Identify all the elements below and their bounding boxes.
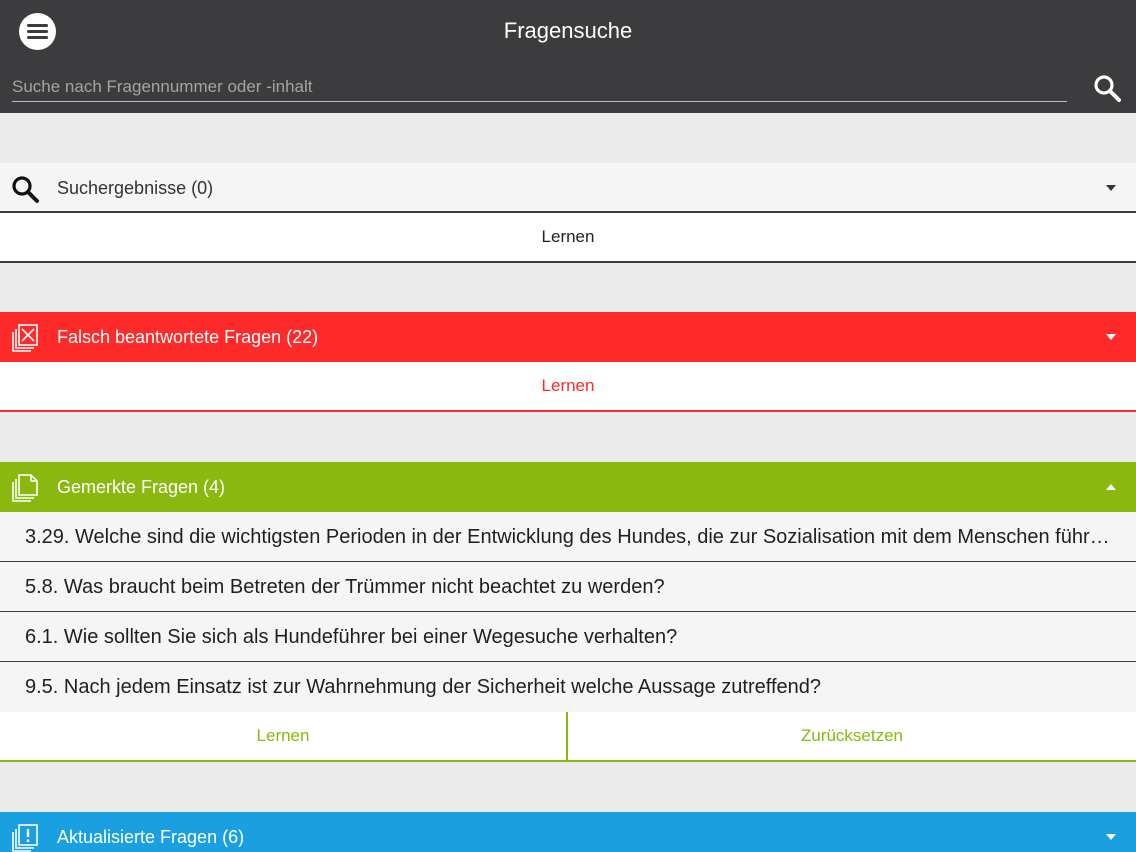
chevron-down-icon bbox=[1106, 834, 1116, 840]
search-input[interactable] bbox=[12, 73, 1067, 102]
search-icon[interactable] bbox=[1092, 73, 1122, 103]
chevron-down-icon bbox=[1106, 185, 1116, 191]
marked-questions-actions: Lernen Zurücksetzen bbox=[0, 712, 1136, 762]
list-item[interactable]: 6.1. Wie sollten Sie sich als Hundeführe… bbox=[0, 612, 1136, 662]
marked-questions-icon bbox=[10, 473, 40, 503]
question-text: 3.29. Welche sind die wichtigsten Period… bbox=[25, 526, 1115, 548]
search-icon bbox=[10, 174, 40, 204]
search-results-actions: Lernen bbox=[0, 213, 1136, 263]
search-results-learn-button[interactable]: Lernen bbox=[0, 213, 1136, 261]
updated-questions-header[interactable]: Aktualisierte Fragen (6) bbox=[0, 812, 1136, 852]
list-item[interactable]: 3.29. Welche sind die wichtigsten Period… bbox=[0, 512, 1136, 562]
marked-questions-header[interactable]: Gemerkte Fragen (4) bbox=[0, 462, 1136, 512]
search-results-header[interactable]: Suchergebnisse (0) bbox=[0, 163, 1136, 213]
marked-learn-button[interactable]: Lernen bbox=[0, 712, 566, 760]
app-bar: Fragensuche bbox=[0, 0, 1136, 63]
wrong-questions-icon bbox=[10, 323, 40, 353]
list-item[interactable]: 5.8. Was braucht beim Betreten der Trümm… bbox=[0, 562, 1136, 612]
chevron-down-icon bbox=[1106, 334, 1116, 340]
marked-questions-list: 3.29. Welche sind die wichtigsten Period… bbox=[0, 512, 1136, 712]
chevron-up-icon bbox=[1106, 484, 1116, 490]
search-bar bbox=[0, 63, 1136, 113]
wrong-answers-learn-button[interactable]: Lernen bbox=[0, 362, 1136, 410]
list-item[interactable]: 9.5. Nach jedem Einsatz ist zur Wahrnehm… bbox=[0, 662, 1136, 712]
marked-reset-button[interactable]: Zurücksetzen bbox=[568, 712, 1136, 760]
updated-questions-label: Aktualisierte Fragen (6) bbox=[57, 827, 245, 847]
marked-questions-label: Gemerkte Fragen (4) bbox=[57, 477, 226, 497]
wrong-answers-header[interactable]: Falsch beantwortete Fragen (22) bbox=[0, 312, 1136, 362]
search-results-label: Suchergebnisse (0) bbox=[57, 178, 214, 198]
wrong-answers-label: Falsch beantwortete Fragen (22) bbox=[57, 327, 319, 347]
page-title: Fragensuche bbox=[503, 18, 633, 43]
updated-questions-icon bbox=[10, 823, 40, 852]
question-text: 6.1. Wie sollten Sie sich als Hundeführe… bbox=[25, 626, 678, 648]
question-text: 9.5. Nach jedem Einsatz ist zur Wahrnehm… bbox=[25, 676, 821, 698]
wrong-answers-actions: Lernen bbox=[0, 362, 1136, 412]
question-text: 5.8. Was braucht beim Betreten der Trümm… bbox=[25, 576, 665, 598]
